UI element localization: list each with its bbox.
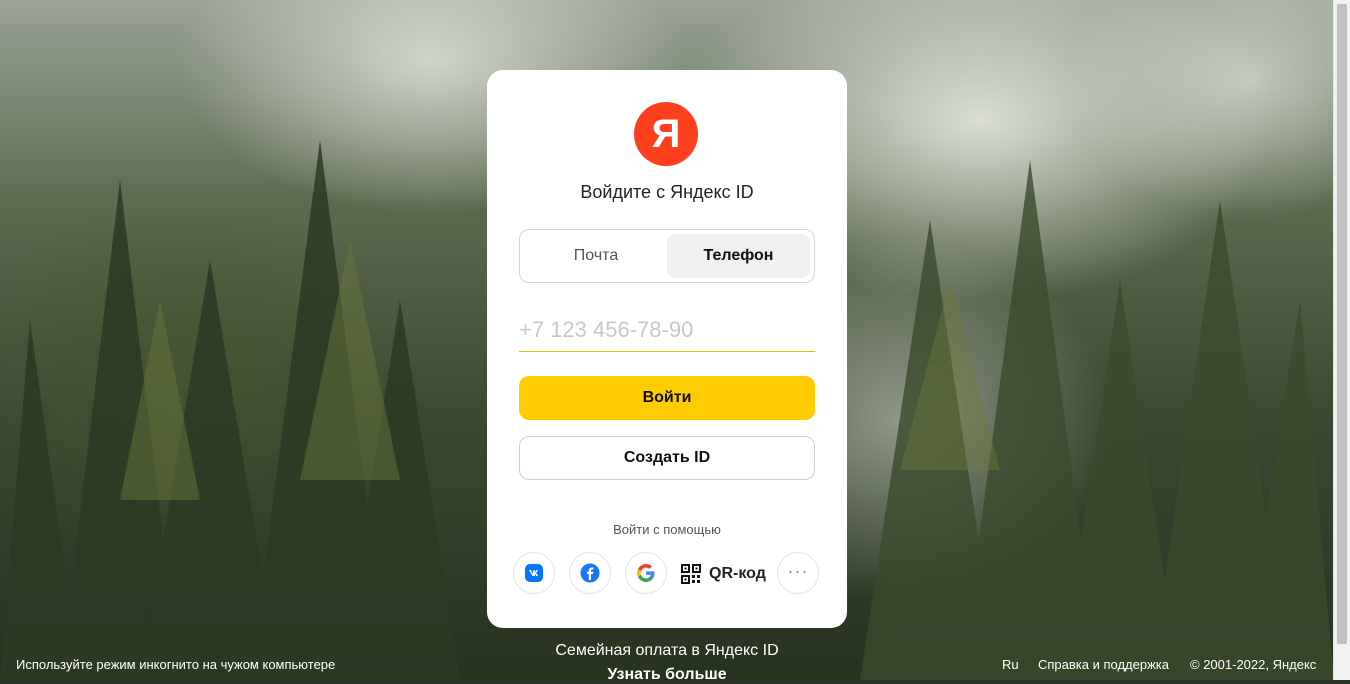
yandex-logo-icon[interactable]: Я [634,102,698,166]
google-icon [637,564,655,582]
qr-code-icon [681,564,701,584]
language-switcher[interactable]: Ru [1002,657,1019,672]
qr-label: QR-код [709,565,766,582]
facebook-login-button[interactable] [569,552,611,594]
login-title: Войдите с Яндекс ID [580,182,754,202]
tab-mail[interactable]: Почта [524,234,668,278]
login-card: Я Войдите с Яндекс ID Почта Телефон Войт… [487,70,847,628]
promo-learn-more-link[interactable]: Узнать больше [487,666,847,684]
login-method-tabs: Почта Телефон [519,229,815,283]
facebook-icon [580,563,600,583]
help-link[interactable]: Справка и поддержка [1038,657,1169,672]
vk-icon [525,564,543,582]
copyright: © 2001-2022, Яндекс [1190,657,1317,672]
google-login-button[interactable] [625,552,667,594]
tab-phone[interactable]: Телефон [667,234,810,278]
phone-input[interactable] [519,308,815,352]
alt-login-label: Войти с помощью [613,522,721,537]
scrollbar-thumb[interactable] [1337,4,1347,644]
qr-login-button[interactable]: QR-код [681,563,766,585]
create-id-button[interactable]: Создать ID [519,436,815,480]
incognito-hint: Используйте режим инкогнито на чужом ком… [16,657,336,672]
more-options-button[interactable]: ··· [777,552,819,594]
page-scrollbar[interactable] [1333,0,1350,680]
login-button[interactable]: Войти [519,376,815,420]
vk-login-button[interactable] [513,552,555,594]
promo-title[interactable]: Семейная оплата в Яндекс ID [487,642,847,660]
